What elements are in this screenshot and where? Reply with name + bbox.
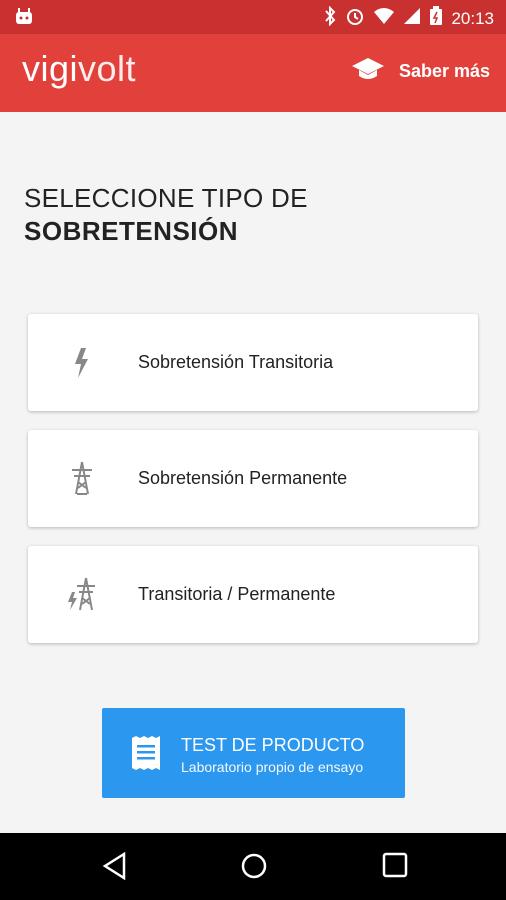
lightning-bolt-icon: [64, 344, 100, 380]
receipt-icon: [130, 736, 162, 775]
back-icon[interactable]: [102, 851, 128, 885]
graduation-cap-icon: [351, 56, 385, 87]
page-title: SELECCIONE TIPO DE SOBRETENSIÓN: [24, 182, 308, 248]
title-line2: SOBRETENSIÓN: [24, 216, 239, 246]
vigivolt-logo: vigivolt: [22, 48, 137, 89]
android-notification-icon: [14, 7, 34, 32]
battery-icon: [429, 6, 443, 31]
app-bar: vigivolt Saber más: [0, 34, 506, 112]
saber-mas-label: Saber más: [398, 61, 490, 81]
option-label: Sobretensión Transitoria: [138, 352, 334, 372]
cta-title: TEST DE PRODUCTO: [181, 735, 365, 755]
alarm-icon: [345, 6, 365, 31]
test-producto-button[interactable]: TEST DE PRODUCTO Laboratorio propio de e…: [102, 708, 405, 798]
recents-icon[interactable]: [382, 852, 408, 883]
status-bar: 20:13: [0, 0, 506, 34]
cta-subtitle: Laboratorio propio de ensayo: [181, 759, 364, 775]
wifi-icon: [373, 7, 395, 30]
option-label: Transitoria / Permanente: [138, 584, 336, 604]
saber-mas-button[interactable]: Saber más: [351, 56, 490, 87]
option-sobretension-transitoria[interactable]: Sobretensión Transitoria: [28, 314, 478, 411]
home-icon[interactable]: [240, 852, 268, 885]
option-sobretension-permanente[interactable]: Sobretensión Permanente: [28, 430, 478, 527]
option-transitoria-permanente[interactable]: Transitoria / Permanente: [28, 546, 478, 643]
system-nav-bar: [0, 833, 506, 900]
tower-lightning-icon: [64, 576, 100, 612]
clock-time: 20:13: [451, 8, 494, 28]
title-line1: SELECCIONE TIPO DE: [24, 183, 308, 213]
bluetooth-icon: [323, 5, 337, 31]
power-tower-icon: [64, 460, 100, 496]
signal-icon: [403, 7, 421, 30]
option-label: Sobretensión Permanente: [138, 468, 348, 488]
